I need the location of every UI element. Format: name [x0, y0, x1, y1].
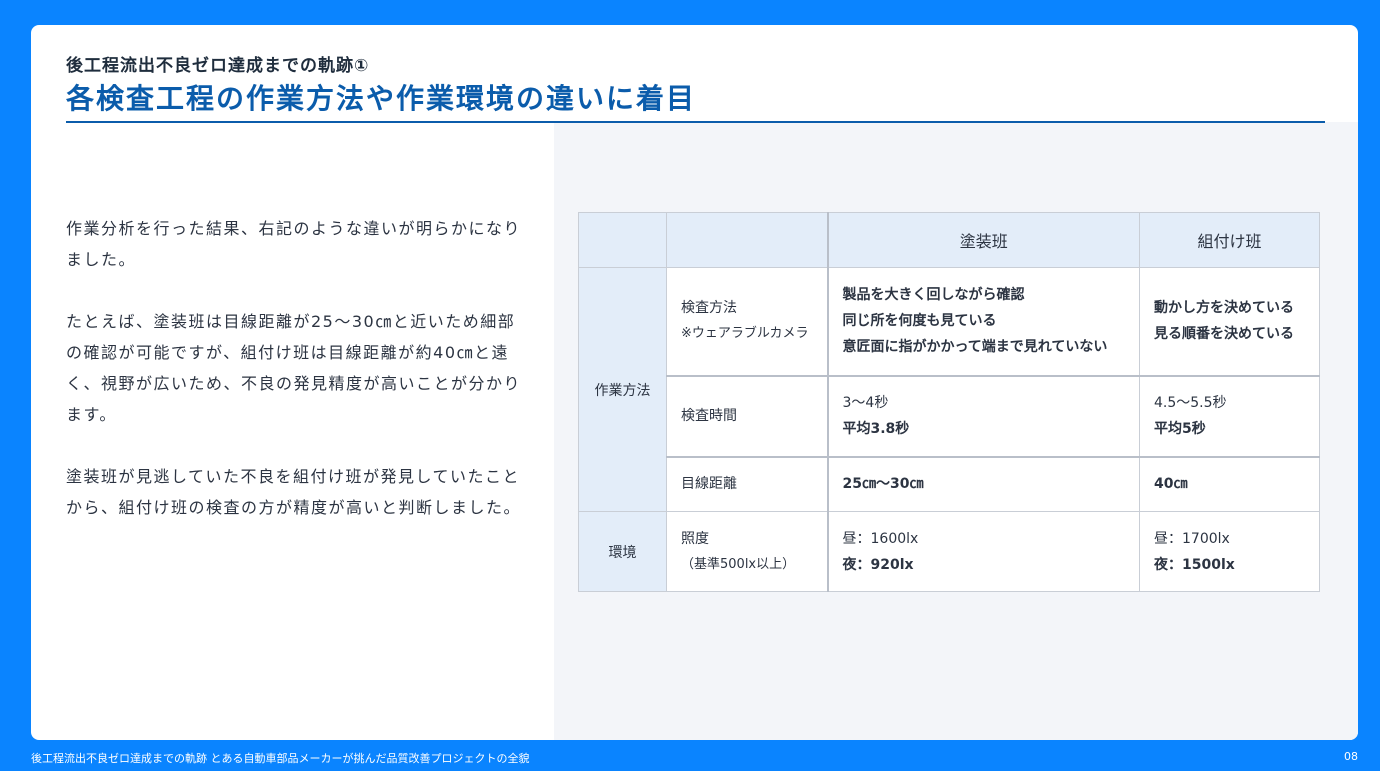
painting-cell: 25㎝～30㎝ [826, 455, 1140, 512]
body-paragraph-1: 作業分析を行った結果、右記のような違いが明らかになりました。 [66, 219, 522, 269]
item-label: 検査方法 [681, 300, 737, 317]
cell-line: 意匠面に指がかかって端まで見れていない [842, 339, 1108, 356]
slide-title: 各検査工程の作業方法や作業環境の違いに着目 [66, 82, 697, 115]
painting-cell: 昼：1600lx 夜：920lx [826, 511, 1140, 592]
slide-subtitle: 後工程流出不良ゼロ達成までの軌跡① [66, 56, 370, 76]
item-label: 検査時間 [681, 408, 737, 424]
cell-line: 見る順番を決めている [1154, 326, 1294, 343]
item-cell: 目線距離 [666, 455, 828, 512]
header-cell-empty-2 [666, 212, 828, 268]
assembly-cell: 動かし方を決めている 見る順番を決めている [1139, 267, 1320, 376]
cell-line: 3～4秒 [842, 395, 889, 411]
cell-line: 平均3.8秒 [842, 421, 910, 437]
table-row: 検査時間 3～4秒 平均3.8秒 4.5～5.5秒 平均5秒 [579, 374, 1320, 457]
table-row: 環境 照度 （基準500lx以上） 昼：1600lx 夜：920lx 昼：170… [578, 511, 1320, 592]
body-text: 作業分析を行った結果、右記のような違いが明らかになりました。 たとえば、塗装班は… [66, 213, 522, 554]
cell-line: 夜：920lx [842, 556, 914, 573]
cell-line: 昼：1700lx [1154, 530, 1230, 547]
cell-line: 4.5～5.5秒 [1154, 395, 1227, 411]
body-paragraph-3: 塗装班が見逃していた不良を組付け班が発見していたことから、組付け班の検査の方が精… [66, 467, 522, 517]
item-label: 照度 [681, 530, 709, 547]
body-paragraph-2: たとえば、塗装班は目線距離が25～30㎝と近いため細部の確認が可能ですが、組付け… [66, 312, 522, 424]
painting-cell: 製品を大きく回しながら確認 同じ所を何度も見ている 意匠面に指がかかって端まで見… [826, 267, 1140, 376]
item-cell: 検査方法 ※ウェアラブルカメラ [666, 267, 828, 376]
cell-line: 40㎝ [1154, 476, 1188, 493]
item-note: ※ウェアラブルカメラ [681, 326, 809, 342]
cell-line: 動かし方を決めている [1154, 300, 1294, 317]
cell-line: 製品を大きく回しながら確認 [842, 287, 1025, 304]
table-header-row: 塗装班 組付け班 [578, 212, 1320, 268]
assembly-cell: 40㎝ [1139, 455, 1320, 512]
cell-line: 平均5秒 [1154, 421, 1206, 437]
table-row: 作業方法 検査方法 ※ウェアラブルカメラ 製品を大きく回しながら確認 同じ所を何… [578, 267, 1320, 512]
assembly-cell: 4.5～5.5秒 平均5秒 [1139, 374, 1320, 457]
item-cell: 照度 （基準500lx以上） [666, 511, 828, 592]
assembly-cell: 昼：1700lx 夜：1500lx [1139, 511, 1320, 592]
slide-card: 後工程流出不良ゼロ達成までの軌跡① 各検査工程の作業方法や作業環境の違いに着目 … [31, 25, 1358, 740]
comparison-table: 塗装班 組付け班 作業方法 検査方法 ※ウェアラブルカメラ 製品を大きく回しなが… [578, 212, 1320, 592]
item-cell: 検査時間 [666, 374, 828, 457]
cell-line: 25㎝～30㎝ [842, 476, 924, 493]
table-row: 目線距離 25㎝～30㎝ 40㎝ [579, 455, 1320, 512]
title-divider [66, 121, 1325, 123]
page-number: 08 [1344, 750, 1358, 763]
item-label: 目線距離 [681, 476, 737, 493]
cell-line: 昼：1600lx [842, 530, 919, 547]
header-painting-team: 塗装班 [826, 212, 1140, 268]
painting-cell: 3～4秒 平均3.8秒 [826, 374, 1140, 457]
header-assembly-team: 組付け班 [1139, 212, 1320, 268]
item-note: （基準500lx以上） [681, 556, 796, 572]
footer-caption: 後工程流出不良ゼロ達成までの軌跡 とある自動車部品メーカーが挑んだ品質改善プロジ… [31, 752, 530, 765]
cell-line: 夜：1500lx [1154, 556, 1235, 573]
group-work-method: 作業方法 [578, 267, 667, 512]
group-environment: 環境 [578, 511, 667, 592]
cell-line: 同じ所を何度も見ている [842, 313, 997, 330]
header-cell-empty-1 [578, 212, 667, 268]
